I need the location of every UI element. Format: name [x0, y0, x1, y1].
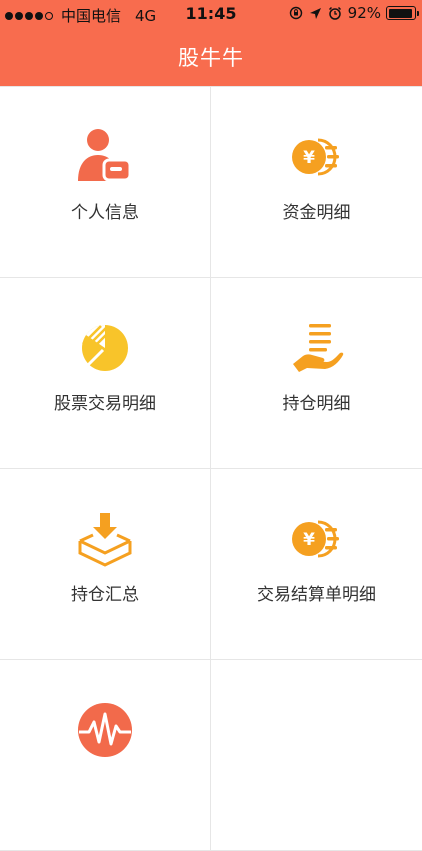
pie-chart-icon	[75, 318, 135, 378]
rotation-lock-icon	[289, 6, 302, 20]
svg-text:¥: ¥	[303, 530, 315, 550]
yen-coin-icon: ¥	[287, 127, 347, 187]
hand-document-icon	[287, 318, 347, 378]
alarm-clock-icon	[328, 6, 341, 20]
menu-item-settlement-details[interactable]: ¥ 交易结算单明细	[211, 469, 422, 659]
menu-item-personal-info[interactable]: 个人信息	[0, 87, 211, 277]
app-header: 中国电信 4G 11:45 92% 股牛牛	[0, 0, 422, 86]
yen-coin-icon: ¥	[287, 509, 347, 569]
menu-grid: 个人信息 ¥ 资金明细 股票交易明细 持仓明细 持仓汇总 ¥ 交易结算单明细	[0, 86, 422, 851]
menu-item-label: 股票交易明细	[54, 394, 156, 414]
menu-item-label: 个人信息	[71, 203, 139, 223]
pulse-icon	[75, 700, 135, 760]
battery-icon	[386, 6, 419, 20]
menu-item-activity[interactable]	[0, 660, 211, 850]
menu-item-label: 交易结算单明细	[257, 585, 376, 605]
user-card-icon	[75, 127, 135, 187]
menu-item-label: 持仓明细	[282, 394, 351, 414]
battery-percent: 92%	[347, 4, 381, 22]
menu-item-stock-trade-details[interactable]: 股票交易明细	[0, 278, 211, 468]
menu-item-label: 持仓汇总	[71, 585, 139, 605]
status-bar: 中国电信 4G 11:45 92%	[0, 0, 422, 28]
menu-item-fund-details[interactable]: ¥ 资金明细	[211, 87, 422, 277]
location-arrow-icon	[309, 7, 321, 19]
menu-item-position-summary[interactable]: 持仓汇总	[0, 469, 211, 659]
svg-text:¥: ¥	[303, 148, 315, 168]
menu-item-label: 资金明细	[282, 203, 351, 223]
page-title: 股牛牛	[178, 46, 244, 70]
menu-item-position-details[interactable]: 持仓明细	[211, 278, 422, 468]
download-tray-icon	[75, 509, 135, 569]
menu-item-empty	[211, 660, 422, 850]
